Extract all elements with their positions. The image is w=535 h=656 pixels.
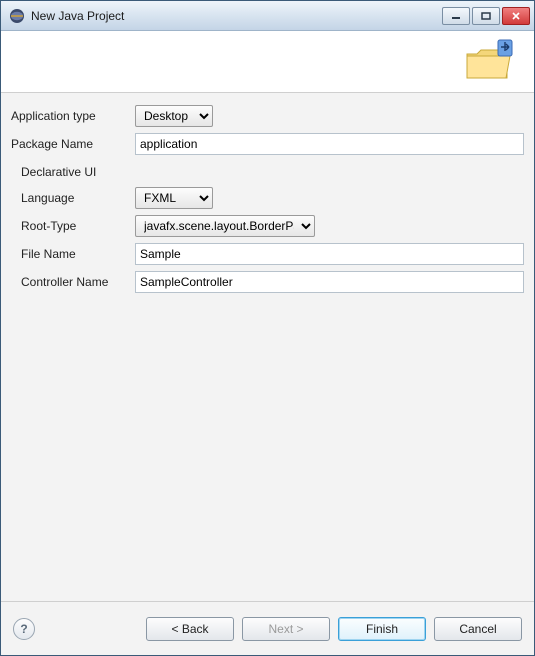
finish-button[interactable]: Finish: [338, 617, 426, 641]
root-type-label: Root-Type: [11, 219, 129, 233]
root-type-select[interactable]: javafx.scene.layout.BorderPane: [135, 215, 315, 237]
language-row: Language FXML: [11, 187, 524, 209]
file-name-input[interactable]: [135, 243, 524, 265]
java-project-icon: [464, 38, 520, 86]
package-name-input[interactable]: [135, 133, 524, 155]
controller-name-label: Controller Name: [11, 275, 129, 289]
window-title: New Java Project: [31, 9, 442, 23]
next-button: Next >: [242, 617, 330, 641]
language-label: Language: [11, 191, 129, 205]
package-name-label: Package Name: [11, 137, 129, 151]
package-name-row: Package Name: [11, 133, 524, 155]
content-spacer: [11, 299, 524, 595]
cancel-button[interactable]: Cancel: [434, 617, 522, 641]
application-type-row: Application type Desktop: [11, 105, 524, 127]
close-button[interactable]: [502, 7, 530, 25]
minimize-button[interactable]: [442, 7, 470, 25]
wizard-banner: [1, 31, 534, 93]
declarative-ui-group-label: Declarative UI: [11, 165, 524, 179]
titlebar: New Java Project: [1, 1, 534, 31]
file-name-label: File Name: [11, 247, 129, 261]
back-button[interactable]: < Back: [146, 617, 234, 641]
file-name-row: File Name: [11, 243, 524, 265]
controller-name-input[interactable]: [135, 271, 524, 293]
wizard-window: New Java Project Application type: [0, 0, 535, 656]
controller-name-row: Controller Name: [11, 271, 524, 293]
maximize-button[interactable]: [472, 7, 500, 25]
application-type-select[interactable]: Desktop: [135, 105, 213, 127]
window-controls: [442, 7, 530, 25]
wizard-footer: ? < Back Next > Finish Cancel: [1, 601, 534, 655]
form-area: Application type Desktop Package Name De…: [1, 93, 534, 601]
language-select[interactable]: FXML: [135, 187, 213, 209]
application-type-label: Application type: [11, 109, 129, 123]
help-icon[interactable]: ?: [13, 618, 35, 640]
root-type-row: Root-Type javafx.scene.layout.BorderPane: [11, 215, 524, 237]
eclipse-icon: [9, 8, 25, 24]
